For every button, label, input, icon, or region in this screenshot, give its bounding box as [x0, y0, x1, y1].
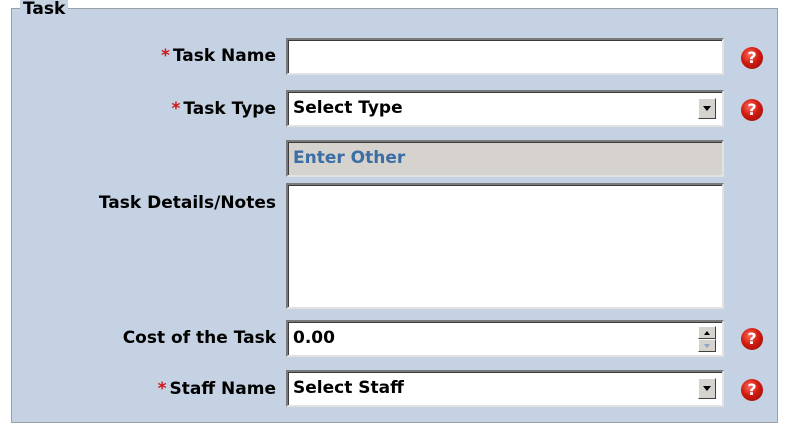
- cost-spinner[interactable]: [698, 326, 716, 352]
- task-form: Task * Task Name ? * Task Type Select Type…: [0, 0, 789, 427]
- staff-name-selected: Select Staff: [293, 378, 404, 398]
- fieldset-legend: Task: [20, 0, 69, 18]
- cost-label: Cost of the Task: [122, 328, 276, 348]
- chevron-down-icon[interactable]: [698, 378, 716, 399]
- help-question-icon[interactable]: ?: [741, 379, 763, 401]
- chevron-down-icon[interactable]: [698, 98, 716, 119]
- spin-up-icon[interactable]: [698, 326, 716, 339]
- enter-other-input: Enter Other: [286, 140, 724, 177]
- task-type-select[interactable]: Select Type: [286, 90, 724, 127]
- spin-down-icon[interactable]: [698, 339, 716, 352]
- help-question-icon[interactable]: ?: [741, 328, 763, 350]
- task-name-label: * Task Name: [160, 46, 276, 66]
- task-details-label: Task Details/Notes: [98, 193, 276, 213]
- task-type-label: * Task Type: [171, 99, 276, 119]
- staff-name-label: * Staff Name: [157, 379, 276, 399]
- cost-input[interactable]: 0.00: [286, 320, 724, 357]
- required-mark: *: [160, 46, 170, 66]
- required-mark: *: [157, 379, 167, 399]
- help-question-icon[interactable]: ?: [741, 47, 763, 69]
- required-mark: *: [171, 99, 181, 119]
- cost-value: 0.00: [293, 328, 335, 348]
- task-type-selected: Select Type: [293, 98, 403, 118]
- staff-name-select[interactable]: Select Staff: [286, 370, 724, 407]
- help-question-icon[interactable]: ?: [741, 99, 763, 121]
- task-details-textarea[interactable]: [286, 183, 724, 309]
- task-name-input[interactable]: [286, 38, 724, 75]
